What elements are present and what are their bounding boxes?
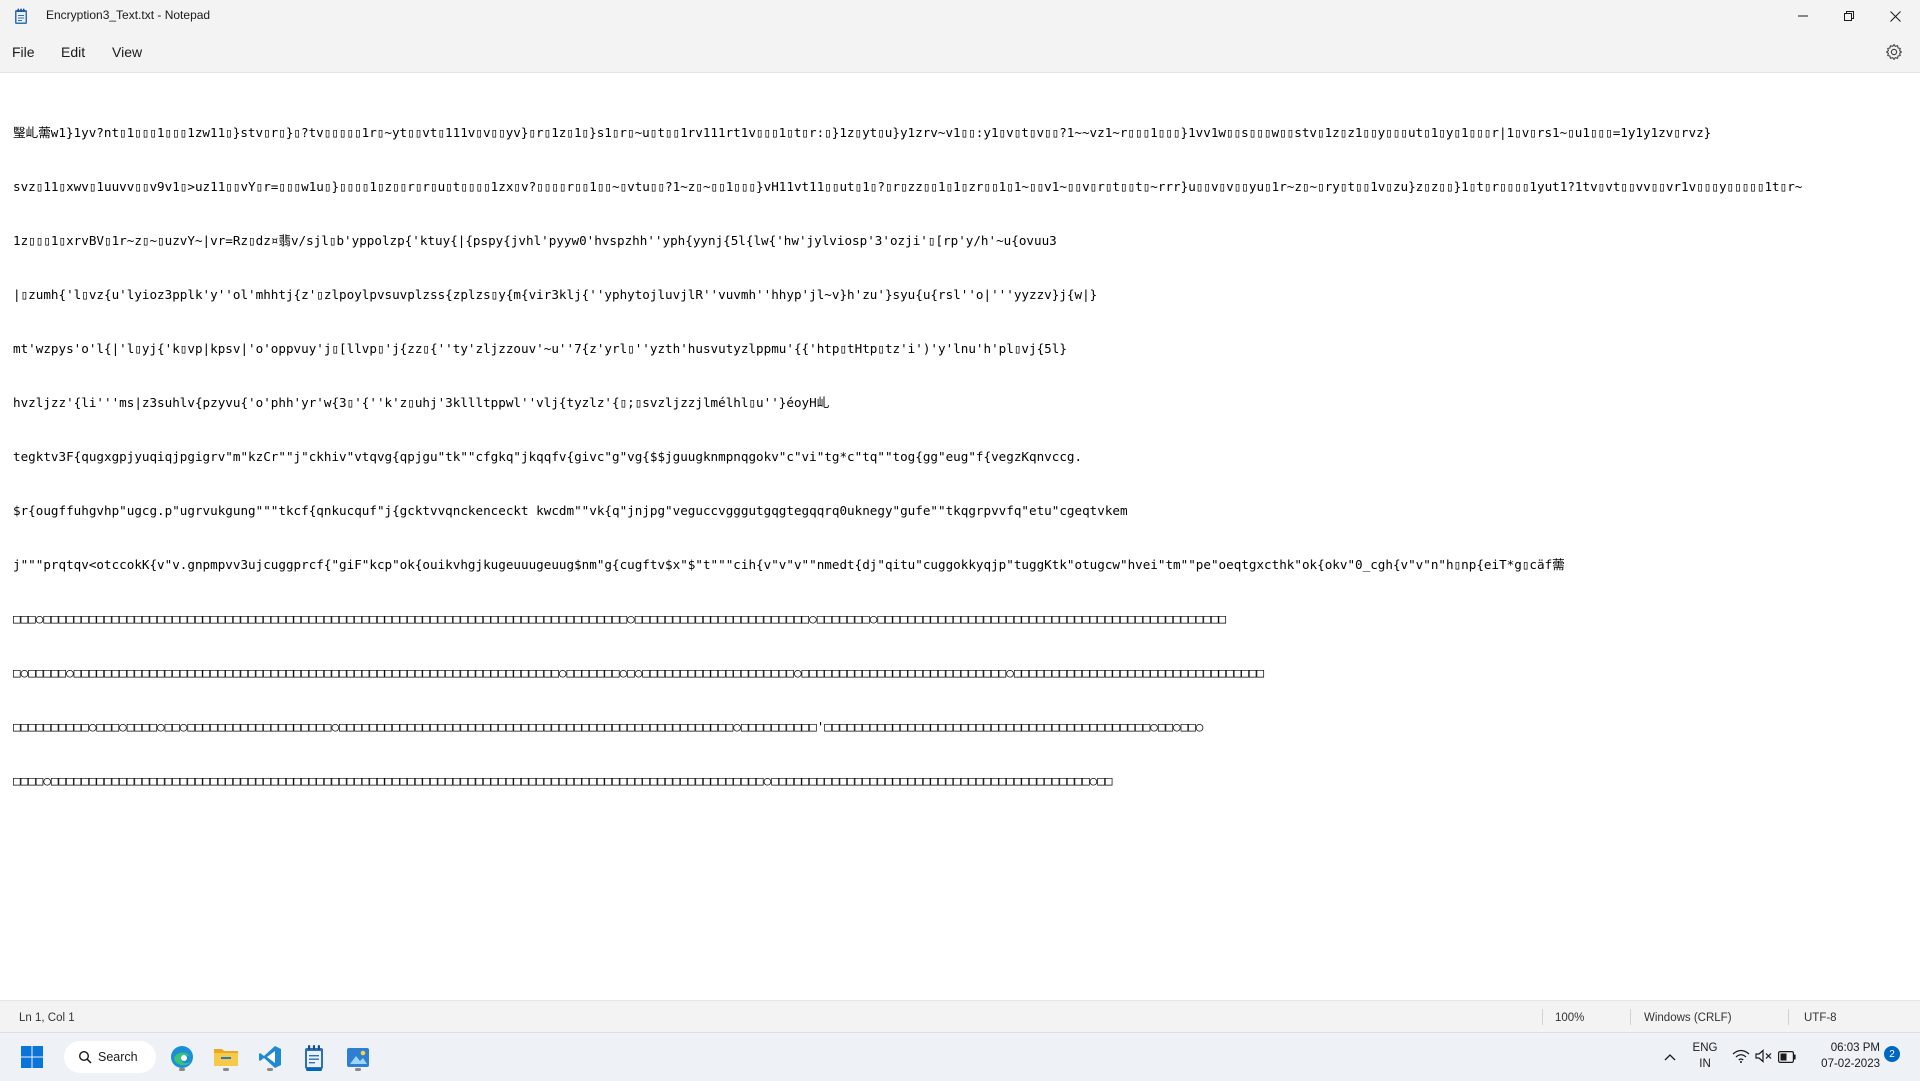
- menu-view[interactable]: View: [112, 44, 142, 60]
- editor-line: $r{ougffuhgvhp"ugcg.p"ugrvukgung"""tkcf{…: [13, 503, 1128, 518]
- edge-browser-icon: [171, 1046, 193, 1068]
- taskbar-notepad[interactable]: [298, 1041, 330, 1073]
- windows-logo-icon: [21, 1046, 43, 1068]
- notepad-window: Encryption3_Text.txt - Notepad File Edit…: [0, 0, 1920, 1033]
- search-label: Search: [98, 1050, 138, 1064]
- editor-line: 瑿乢薷w1}1yv?nt▯1▯▯▯1▯▯▯1zw11▯}stv▯r▯}▯?tv▯…: [13, 125, 1712, 140]
- editor-line: □□□□□□□□□□○□□□○□□□□○□□○□□□□□□□□□□□□□□□□□…: [13, 719, 1204, 734]
- clock-time[interactable]: 06:03 PM: [1810, 1042, 1880, 1054]
- editor-content[interactable]: 瑿乢薷w1}1yv?nt▯1▯▯▯1▯▯▯1zw11▯}stv▯r▯}▯?tv▯…: [13, 88, 1908, 826]
- restore-button[interactable]: [1826, 0, 1872, 32]
- minimize-icon: [1798, 15, 1808, 17]
- status-bar: Ln 1, Col 1 100% Windows (CRLF) UTF-8: [0, 1000, 1920, 1033]
- notepad-icon: [305, 1045, 323, 1069]
- running-indicator: [267, 1068, 273, 1071]
- menu-edit[interactable]: Edit: [61, 44, 85, 60]
- running-indicator: [223, 1068, 229, 1071]
- notification-badge[interactable]: 2: [1884, 1046, 1900, 1062]
- editor-line: 1z▯▯▯1▯xrvBV▯1r~z▯~▯uzvY~|vr=Rz▯dz¤翡v/sj…: [13, 233, 1057, 248]
- running-indicator: [179, 1068, 185, 1071]
- active-indicator: [306, 1068, 322, 1071]
- title-bar[interactable]: Encryption3_Text.txt - Notepad: [0, 0, 1920, 32]
- editor-line: □□□□○□□□□□□□□□□□□□□□□□□□□□□□□□□□□□□□□□□□…: [13, 773, 1113, 788]
- minimize-button[interactable]: [1780, 0, 1826, 32]
- editor-line: |▯zumh{'l▯vz{u'lyioz3pplk'y''ol'mhhtj{z'…: [13, 287, 1098, 302]
- notepad-app-icon: [14, 8, 28, 24]
- restore-icon: [1844, 11, 1854, 21]
- taskbar-file-explorer[interactable]: [210, 1041, 242, 1073]
- taskbar-search[interactable]: Search: [64, 1041, 156, 1073]
- battery-icon[interactable]: [1778, 1050, 1796, 1068]
- image-editor-icon: [347, 1048, 369, 1067]
- region-code[interactable]: IN: [1690, 1058, 1720, 1070]
- close-button[interactable]: [1872, 0, 1918, 32]
- taskbar-edge[interactable]: [166, 1041, 198, 1073]
- wifi-icon[interactable]: [1732, 1049, 1750, 1068]
- folder-icon: [214, 1049, 238, 1066]
- status-divider: [1542, 1009, 1543, 1025]
- show-hidden-icons-button[interactable]: [1654, 1041, 1686, 1073]
- encoding: UTF-8: [1804, 1012, 1837, 1024]
- status-divider: [1788, 1009, 1789, 1025]
- taskbar-vscode[interactable]: [254, 1041, 286, 1073]
- vscode-icon: [259, 1046, 281, 1068]
- editor-line: □○□□□□□○□□□□□□□□□□□□□□□□□□□□□□□□□□□□□□□□…: [13, 665, 1265, 680]
- language-code[interactable]: ENG: [1690, 1042, 1720, 1054]
- editor-line: svz▯11▯xwv▯1uuvv▯▯v9v1▯>uz11▯▯vY▯r=▯▯▯w1…: [13, 179, 1803, 194]
- zoom-level: 100%: [1555, 1012, 1585, 1024]
- editor-line: j"""prqtqv<otccokK{v"v.gnpmpvv3ujcuggprc…: [13, 557, 1565, 572]
- running-indicator: [355, 1068, 361, 1071]
- editor-line: □□□○□□□□□□□□□□□□□□□□□□□□□□□□□□□□□□□□□□□□…: [13, 611, 1227, 626]
- editor-line: tegktv3F{qugxgpjyuqiqjpgigrv"m"kzCr""j"c…: [13, 449, 1083, 464]
- taskbar-paint[interactable]: [342, 1041, 374, 1073]
- text-editor[interactable]: 瑿乢薷w1}1yv?nt▯1▯▯▯1▯▯▯1zw11▯}stv▯r▯}▯?tv▯…: [0, 72, 1920, 1001]
- editor-line: mt'wzpys'o'l{|'l▯yj{'k▯vp|kpsv|'o'oppvuy…: [13, 341, 1067, 356]
- line-ending: Windows (CRLF): [1644, 1012, 1732, 1024]
- speaker-muted-icon[interactable]: [1755, 1049, 1773, 1068]
- taskbar: Search ENG IN 06:03 PM 07-02-2023: [0, 1032, 1920, 1081]
- search-icon: [78, 1050, 92, 1064]
- cursor-position: Ln 1, Col 1: [19, 1012, 75, 1024]
- close-icon: [1889, 10, 1901, 22]
- chevron-up-icon: [1664, 1054, 1676, 1061]
- settings-gear-icon[interactable]: [1884, 42, 1904, 62]
- status-divider: [1630, 1009, 1631, 1025]
- start-button[interactable]: [16, 1041, 48, 1073]
- editor-line: hvzljzz'{li'''ms|z3suhlv{pzyvu{'o'phh'yr…: [13, 395, 830, 410]
- clock-date[interactable]: 07-02-2023: [1810, 1058, 1880, 1070]
- window-title: Encryption3_Text.txt - Notepad: [46, 8, 211, 22]
- menu-bar: File Edit View: [0, 32, 1920, 72]
- menu-file[interactable]: File: [12, 44, 35, 60]
